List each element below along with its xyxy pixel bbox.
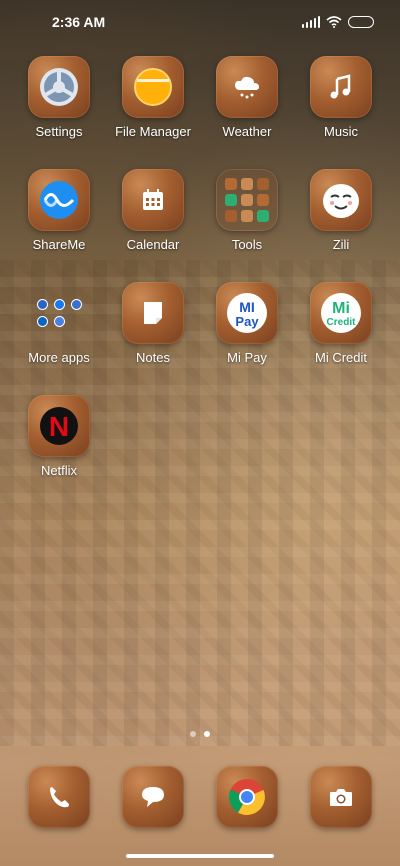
page-dot-active[interactable] [204,731,210,737]
app-label: ShareMe [32,237,86,252]
chrome-icon [228,779,265,815]
dock-phone[interactable] [28,766,90,828]
dock-camera[interactable] [310,766,372,828]
app-label: Mi Credit [314,350,367,365]
app-label: Notes [136,350,170,365]
app-label: More apps [28,350,90,365]
page-dot[interactable] [190,731,196,737]
app-label: Tools [231,237,263,252]
dock-messages[interactable] [122,766,184,828]
app-label: File Manager [115,124,191,139]
svg-text:Mi: Mi [332,300,350,317]
app-label: Netflix [40,463,78,478]
app-settings[interactable]: Settings [12,56,106,139]
folder-more-apps[interactable]: More apps [12,282,106,365]
app-netflix[interactable]: N Netflix [12,395,106,478]
folder-tile[interactable] [216,169,278,231]
app-icon-tile[interactable] [122,169,184,231]
app-weather[interactable]: Weather [200,56,294,139]
app-icon-tile[interactable] [28,56,90,118]
app-icon-tile[interactable] [28,169,90,231]
app-icon-tile[interactable]: Mi Credit [310,282,372,344]
app-notes[interactable]: Notes [106,282,200,365]
phone-icon [50,787,69,808]
app-calendar[interactable]: Calendar [106,169,200,252]
status-bar: 2:36 AM [0,0,400,44]
calendar-icon [143,189,163,210]
mi-pay-icon: MI Pay [227,293,267,333]
app-label: Settings [35,124,83,139]
app-zili[interactable]: Zili [294,169,388,252]
app-icon-tile[interactable] [310,169,372,231]
app-shareme[interactable]: ShareMe [12,169,106,252]
app-icon-tile[interactable]: MI Pay [216,282,278,344]
app-label: Weather [222,124,272,139]
app-label: Music [324,124,358,139]
app-mi-pay[interactable]: MI Pay Mi Pay [200,282,294,365]
folder-icon [134,68,172,106]
folder-more-apps-icon [36,299,82,327]
wifi-icon [326,16,342,28]
notes-icon [144,302,162,324]
app-icon-tile[interactable] [122,282,184,344]
app-icon-tile[interactable] [310,56,372,118]
folder-tile[interactable] [28,282,90,344]
app-icon-tile[interactable] [122,56,184,118]
status-time: 2:36 AM [52,14,106,30]
app-label: Zili [332,237,350,252]
dock [0,766,400,828]
page-indicator [0,731,400,737]
messages-icon [142,787,164,807]
svg-text:MI: MI [239,299,255,315]
svg-text:N: N [49,411,69,442]
app-label: Mi Pay [227,350,267,365]
dock-chrome[interactable] [216,766,278,828]
app-music[interactable]: Music [294,56,388,139]
home-indicator[interactable] [126,854,274,858]
shareme-icon [40,181,78,219]
settings-gear-icon [40,68,78,106]
app-label: Calendar [126,237,180,252]
netflix-icon: N [40,407,78,445]
status-icons [302,16,374,28]
battery-icon [348,16,374,28]
app-file-manager[interactable]: File Manager [106,56,200,139]
app-icon-tile[interactable] [216,56,278,118]
svg-text:Pay: Pay [235,314,259,329]
folder-tools-icon [225,178,269,222]
music-note-icon [330,74,351,99]
camera-icon [330,789,352,806]
svg-text:Credit: Credit [327,317,357,328]
zili-face-icon [323,184,359,218]
signal-icon [302,16,320,28]
app-icon-tile[interactable]: N [28,395,90,457]
weather-cloud-icon [235,76,259,99]
folder-tools[interactable]: Tools [200,169,294,252]
app-mi-credit[interactable]: Mi Credit Mi Credit [294,282,388,365]
mi-credit-icon: Mi Credit [321,293,361,333]
